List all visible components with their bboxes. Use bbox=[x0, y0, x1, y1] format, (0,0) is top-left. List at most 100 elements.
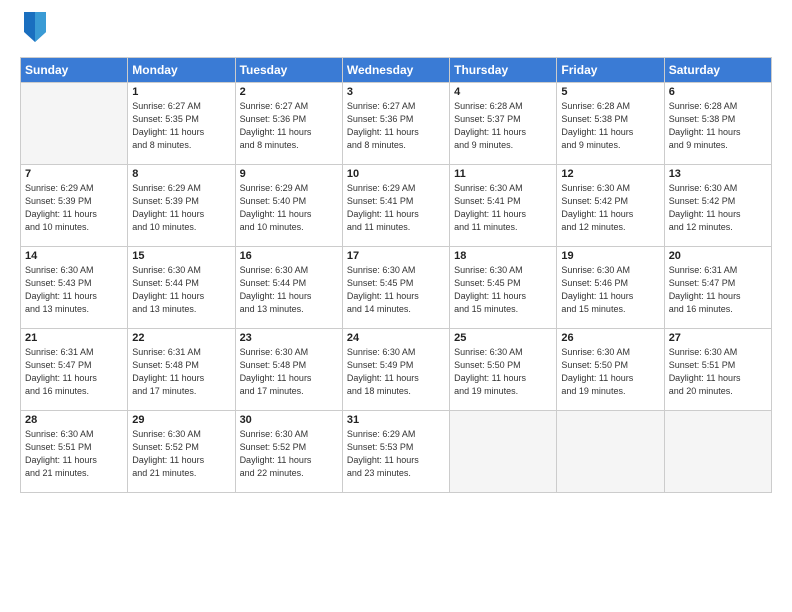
calendar-cell: 21 Sunrise: 6:31 AMSunset: 5:47 PMDayligh… bbox=[21, 329, 128, 411]
calendar-cell: 19 Sunrise: 6:30 AMSunset: 5:46 PMDayligh… bbox=[557, 247, 664, 329]
calendar-cell: 26 Sunrise: 6:30 AMSunset: 5:50 PMDayligh… bbox=[557, 329, 664, 411]
day-info: Sunrise: 6:30 AMSunset: 5:45 PMDaylight:… bbox=[347, 264, 445, 316]
day-info: Sunrise: 6:30 AMSunset: 5:50 PMDaylight:… bbox=[454, 346, 552, 398]
calendar-cell: 1 Sunrise: 6:27 AMSunset: 5:35 PMDaylight… bbox=[128, 83, 235, 165]
day-number: 31 bbox=[347, 414, 445, 426]
day-info: Sunrise: 6:30 AMSunset: 5:46 PMDaylight:… bbox=[561, 264, 659, 316]
day-info: Sunrise: 6:31 AMSunset: 5:48 PMDaylight:… bbox=[132, 346, 230, 398]
day-number: 15 bbox=[132, 250, 230, 262]
day-info: Sunrise: 6:29 AMSunset: 5:41 PMDaylight:… bbox=[347, 182, 445, 234]
day-number: 16 bbox=[240, 250, 338, 262]
day-info: Sunrise: 6:28 AMSunset: 5:38 PMDaylight:… bbox=[561, 100, 659, 152]
day-number: 24 bbox=[347, 332, 445, 344]
calendar-cell: 11 Sunrise: 6:30 AMSunset: 5:41 PMDayligh… bbox=[450, 165, 557, 247]
day-number: 2 bbox=[240, 86, 338, 98]
calendar-cell bbox=[21, 83, 128, 165]
day-number: 8 bbox=[132, 168, 230, 180]
calendar-cell: 29 Sunrise: 6:30 AMSunset: 5:52 PMDayligh… bbox=[128, 411, 235, 493]
day-info: Sunrise: 6:30 AMSunset: 5:49 PMDaylight:… bbox=[347, 346, 445, 398]
calendar-cell: 8 Sunrise: 6:29 AMSunset: 5:39 PMDaylight… bbox=[128, 165, 235, 247]
page-header bbox=[20, 16, 772, 47]
calendar-table: SundayMondayTuesdayWednesdayThursdayFrid… bbox=[20, 57, 772, 493]
day-info: Sunrise: 6:27 AMSunset: 5:35 PMDaylight:… bbox=[132, 100, 230, 152]
day-info: Sunrise: 6:30 AMSunset: 5:44 PMDaylight:… bbox=[240, 264, 338, 316]
col-header-monday: Monday bbox=[128, 58, 235, 83]
calendar-cell: 27 Sunrise: 6:30 AMSunset: 5:51 PMDayligh… bbox=[664, 329, 771, 411]
day-number: 13 bbox=[669, 168, 767, 180]
day-info: Sunrise: 6:31 AMSunset: 5:47 PMDaylight:… bbox=[669, 264, 767, 316]
day-info: Sunrise: 6:30 AMSunset: 5:41 PMDaylight:… bbox=[454, 182, 552, 234]
day-number: 23 bbox=[240, 332, 338, 344]
logo bbox=[20, 16, 46, 47]
col-header-wednesday: Wednesday bbox=[342, 58, 449, 83]
day-number: 5 bbox=[561, 86, 659, 98]
calendar-cell: 17Sunrise: 6:30 AMSunset: 5:45 PMDayligh… bbox=[342, 247, 449, 329]
day-number: 11 bbox=[454, 168, 552, 180]
calendar-cell: 3Sunrise: 6:27 AMSunset: 5:36 PMDaylight… bbox=[342, 83, 449, 165]
calendar-cell: 20 Sunrise: 6:31 AMSunset: 5:47 PMDayligh… bbox=[664, 247, 771, 329]
day-number: 20 bbox=[669, 250, 767, 262]
day-info: Sunrise: 6:30 AMSunset: 5:43 PMDaylight:… bbox=[25, 264, 123, 316]
calendar-cell: 12 Sunrise: 6:30 AMSunset: 5:42 PMDayligh… bbox=[557, 165, 664, 247]
day-info: Sunrise: 6:30 AMSunset: 5:42 PMDaylight:… bbox=[561, 182, 659, 234]
calendar-cell: 10 Sunrise: 6:29 AMSunset: 5:41 PMDayligh… bbox=[342, 165, 449, 247]
day-number: 6 bbox=[669, 86, 767, 98]
calendar-cell: 30 Sunrise: 6:30 AMSunset: 5:52 PMDayligh… bbox=[235, 411, 342, 493]
day-number: 10 bbox=[347, 168, 445, 180]
logo-icon bbox=[24, 12, 46, 47]
day-number: 7 bbox=[25, 168, 123, 180]
day-info: Sunrise: 6:30 AMSunset: 5:50 PMDaylight:… bbox=[561, 346, 659, 398]
calendar-cell: 2 Sunrise: 6:27 AMSunset: 5:36 PMDaylight… bbox=[235, 83, 342, 165]
day-number: 19 bbox=[561, 250, 659, 262]
calendar-cell: 7 Sunrise: 6:29 AMSunset: 5:39 PMDaylight… bbox=[21, 165, 128, 247]
calendar-cell: 22 Sunrise: 6:31 AMSunset: 5:48 PMDayligh… bbox=[128, 329, 235, 411]
calendar-cell: 31Sunrise: 6:29 AMSunset: 5:53 PMDayligh… bbox=[342, 411, 449, 493]
day-number: 25 bbox=[454, 332, 552, 344]
day-number: 29 bbox=[132, 414, 230, 426]
day-number: 30 bbox=[240, 414, 338, 426]
calendar-cell: 5 Sunrise: 6:28 AMSunset: 5:38 PMDaylight… bbox=[557, 83, 664, 165]
calendar-cell bbox=[450, 411, 557, 493]
day-number: 21 bbox=[25, 332, 123, 344]
day-number: 3 bbox=[347, 86, 445, 98]
day-number: 14 bbox=[25, 250, 123, 262]
day-number: 1 bbox=[132, 86, 230, 98]
day-info: Sunrise: 6:30 AMSunset: 5:52 PMDaylight:… bbox=[240, 428, 338, 480]
col-header-thursday: Thursday bbox=[450, 58, 557, 83]
calendar-cell bbox=[557, 411, 664, 493]
day-info: Sunrise: 6:30 AMSunset: 5:52 PMDaylight:… bbox=[132, 428, 230, 480]
day-info: Sunrise: 6:28 AMSunset: 5:37 PMDaylight:… bbox=[454, 100, 552, 152]
day-info: Sunrise: 6:30 AMSunset: 5:51 PMDaylight:… bbox=[669, 346, 767, 398]
day-number: 26 bbox=[561, 332, 659, 344]
day-info: Sunrise: 6:29 AMSunset: 5:39 PMDaylight:… bbox=[25, 182, 123, 234]
col-header-saturday: Saturday bbox=[664, 58, 771, 83]
day-number: 4 bbox=[454, 86, 552, 98]
day-info: Sunrise: 6:30 AMSunset: 5:48 PMDaylight:… bbox=[240, 346, 338, 398]
calendar-cell: 16 Sunrise: 6:30 AMSunset: 5:44 PMDayligh… bbox=[235, 247, 342, 329]
calendar-cell: 9Sunrise: 6:29 AMSunset: 5:40 PMDaylight… bbox=[235, 165, 342, 247]
calendar-cell: 6 Sunrise: 6:28 AMSunset: 5:38 PMDaylight… bbox=[664, 83, 771, 165]
day-info: Sunrise: 6:30 AMSunset: 5:42 PMDaylight:… bbox=[669, 182, 767, 234]
day-number: 28 bbox=[25, 414, 123, 426]
day-info: Sunrise: 6:31 AMSunset: 5:47 PMDaylight:… bbox=[25, 346, 123, 398]
day-number: 12 bbox=[561, 168, 659, 180]
calendar-cell: 25 Sunrise: 6:30 AMSunset: 5:50 PMDayligh… bbox=[450, 329, 557, 411]
calendar-cell: 13 Sunrise: 6:30 AMSunset: 5:42 PMDayligh… bbox=[664, 165, 771, 247]
calendar-cell: 24 Sunrise: 6:30 AMSunset: 5:49 PMDayligh… bbox=[342, 329, 449, 411]
day-info: Sunrise: 6:28 AMSunset: 5:38 PMDaylight:… bbox=[669, 100, 767, 152]
calendar-cell: 23 Sunrise: 6:30 AMSunset: 5:48 PMDayligh… bbox=[235, 329, 342, 411]
day-number: 18 bbox=[454, 250, 552, 262]
day-info: Sunrise: 6:30 AMSunset: 5:51 PMDaylight:… bbox=[25, 428, 123, 480]
col-header-sunday: Sunday bbox=[21, 58, 128, 83]
calendar-cell: 28 Sunrise: 6:30 AMSunset: 5:51 PMDayligh… bbox=[21, 411, 128, 493]
calendar-cell bbox=[664, 411, 771, 493]
day-info: Sunrise: 6:30 AMSunset: 5:45 PMDaylight:… bbox=[454, 264, 552, 316]
calendar-cell: 18 Sunrise: 6:30 AMSunset: 5:45 PMDayligh… bbox=[450, 247, 557, 329]
col-header-tuesday: Tuesday bbox=[235, 58, 342, 83]
col-header-friday: Friday bbox=[557, 58, 664, 83]
calendar-cell: 4 Sunrise: 6:28 AMSunset: 5:37 PMDaylight… bbox=[450, 83, 557, 165]
day-number: 27 bbox=[669, 332, 767, 344]
day-info: Sunrise: 6:29 AMSunset: 5:39 PMDaylight:… bbox=[132, 182, 230, 234]
day-info: Sunrise: 6:27 AMSunset: 5:36 PMDaylight:… bbox=[240, 100, 338, 152]
day-number: 22 bbox=[132, 332, 230, 344]
